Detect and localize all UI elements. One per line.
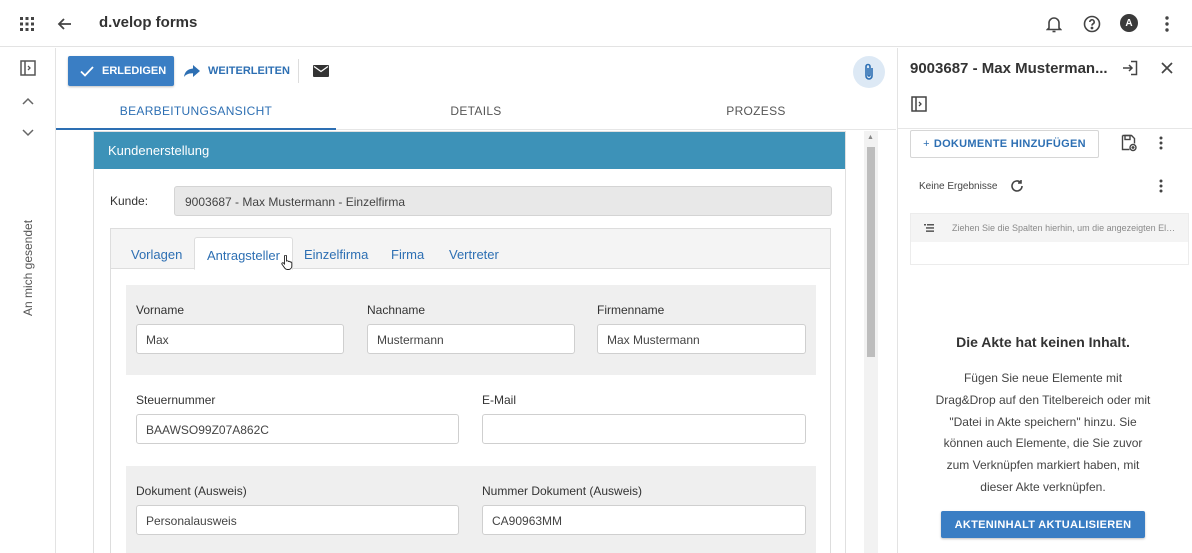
bell-icon[interactable] [1042,12,1066,36]
group-list-icon [919,218,939,238]
vorname-label: Vorname [136,303,185,317]
forward-button-label: WEITERLEITEN [208,65,290,77]
form-card: Kundenerstellung Kunde: 9003687 - Max Mu… [93,131,846,553]
steuernummer-label: Steuernummer [136,393,216,407]
tab-details[interactable]: DETAILS [336,104,616,118]
check-icon [80,65,94,77]
tax-section: Steuernummer BAAWSO99Z07A862C E-Mail [126,375,816,466]
form-scroll-area: Kundenerstellung Kunde: 9003687 - Max Mu… [56,131,896,553]
panel-toggle-icon[interactable] [18,58,38,78]
no-results-text: Keine Ergebnisse [919,181,998,192]
more-vert-icon[interactable] [1155,12,1179,36]
tab-antragsteller[interactable]: Antragsteller [194,237,293,270]
nummer-dokument-label: Nummer Dokument (Ausweis) [482,484,643,498]
app-title: d.velop forms [99,14,198,31]
firmenname-label: Firmenname [597,303,665,317]
nachname-label: Nachname [367,303,426,317]
refresh-icon[interactable] [1007,176,1027,196]
done-button-label: ERLEDIGEN [102,65,167,77]
tab-vorlagen[interactable]: Vorlagen [131,247,182,262]
forward-button[interactable]: WEITERLEITEN [184,56,290,86]
more-vert-icon[interactable] [1151,176,1171,196]
empty-state-text: Fügen Sie neue Elemente mit Drag&Drop au… [935,371,1151,494]
panel-toggle-icon[interactable] [909,94,929,114]
add-documents-label: DOKUMENTE HINZUFÜGEN [933,138,1086,150]
nachname-input[interactable]: Mustermann [367,324,575,354]
avatar[interactable]: A [1120,14,1138,32]
attachment-button[interactable] [853,56,885,88]
more-vert-icon[interactable] [1151,133,1171,153]
scroll-up-icon[interactable]: ▲ [867,134,874,141]
mail-icon[interactable] [311,61,331,81]
panel-divider [898,128,1192,129]
view-tabs: BEARBEITUNGSANSICHT DETAILS PROZESS [56,98,896,130]
name-section: Vorname Max Nachname Mustermann Firmenna… [126,285,816,375]
scrollbar[interactable]: ▲ [864,131,878,553]
save-to-file-icon[interactable] [1119,133,1139,153]
chevron-up-icon[interactable] [18,91,38,111]
email-input[interactable] [482,414,806,444]
close-icon[interactable] [1157,58,1177,78]
rail-label[interactable]: An mich gesendet [21,220,35,316]
panel-title: 9003687 - Max Musterman... [910,60,1108,77]
top-app-bar: d.velop forms A [0,0,1192,47]
add-documents-button[interactable]: + DOKUMENTE HINZUFÜGEN [910,130,1099,158]
form-header: Kundenerstellung [94,132,845,169]
email-label: E-Mail [482,393,517,407]
firmenname-input[interactable]: Max Mustermann [597,324,806,354]
scrollbar-thumb[interactable] [867,147,875,357]
help-icon[interactable] [1080,12,1104,36]
active-tab-indicator [56,128,336,130]
tab-bearbeitungsansicht[interactable]: BEARBEITUNGSANSICHT [56,104,336,118]
kunde-label: Kunde: [110,194,149,208]
group-drop-hint: Ziehen Sie die Spalten hierhin, um die a… [952,223,1178,233]
done-button[interactable]: ERLEDIGEN [68,56,174,86]
dokument-input[interactable]: Personalausweis [136,505,459,535]
chevron-down-icon[interactable] [18,123,38,143]
forward-arrow-icon [184,65,200,77]
applicant-panel: Vorlagen Antragsteller Einzelfirma Firma… [110,228,831,553]
tab-vertreter[interactable]: Vertreter [449,247,499,262]
vorname-input[interactable]: Max [136,324,344,354]
export-icon[interactable] [1120,58,1140,78]
hand-cursor-icon [281,255,293,270]
refresh-content-button[interactable]: AKTENINHALT AKTUALISIEREN [941,511,1145,538]
tab-einzelfirma[interactable]: Einzelfirma [304,247,368,262]
kunde-field: 9003687 - Max Mustermann - Einzelfirma [174,186,832,216]
steuernummer-input[interactable]: BAAWSO99Z07A862C [136,414,459,444]
empty-state-title: Die Akte hat keinen Inhalt. [956,334,1130,350]
back-arrow-icon[interactable] [53,12,77,36]
tab-firma[interactable]: Firma [391,247,424,262]
tab-prozess[interactable]: PROZESS [616,104,896,118]
add-icon: + [923,138,930,150]
file-panel: 9003687 - Max Musterman... + DOKUMENTE H… [897,48,1192,553]
left-rail: An mich gesendet [0,48,56,553]
dokument-label: Dokument (Ausweis) [136,484,247,498]
group-drop-zone[interactable]: Ziehen Sie die Spalten hierhin, um die a… [910,213,1189,265]
toolbar-divider [298,59,299,83]
nummer-dokument-input[interactable]: CA90963MM [482,505,806,535]
main-area: ERLEDIGEN WEITERLEITEN BEARBEITUNGSANSIC… [56,48,896,553]
document-section: Dokument (Ausweis) Personalausweis Numme… [126,466,816,553]
paperclip-icon [863,63,875,81]
apps-grid-icon[interactable] [15,12,39,36]
inner-tab-bar: Vorlagen Antragsteller Einzelfirma Firma… [111,229,830,270]
